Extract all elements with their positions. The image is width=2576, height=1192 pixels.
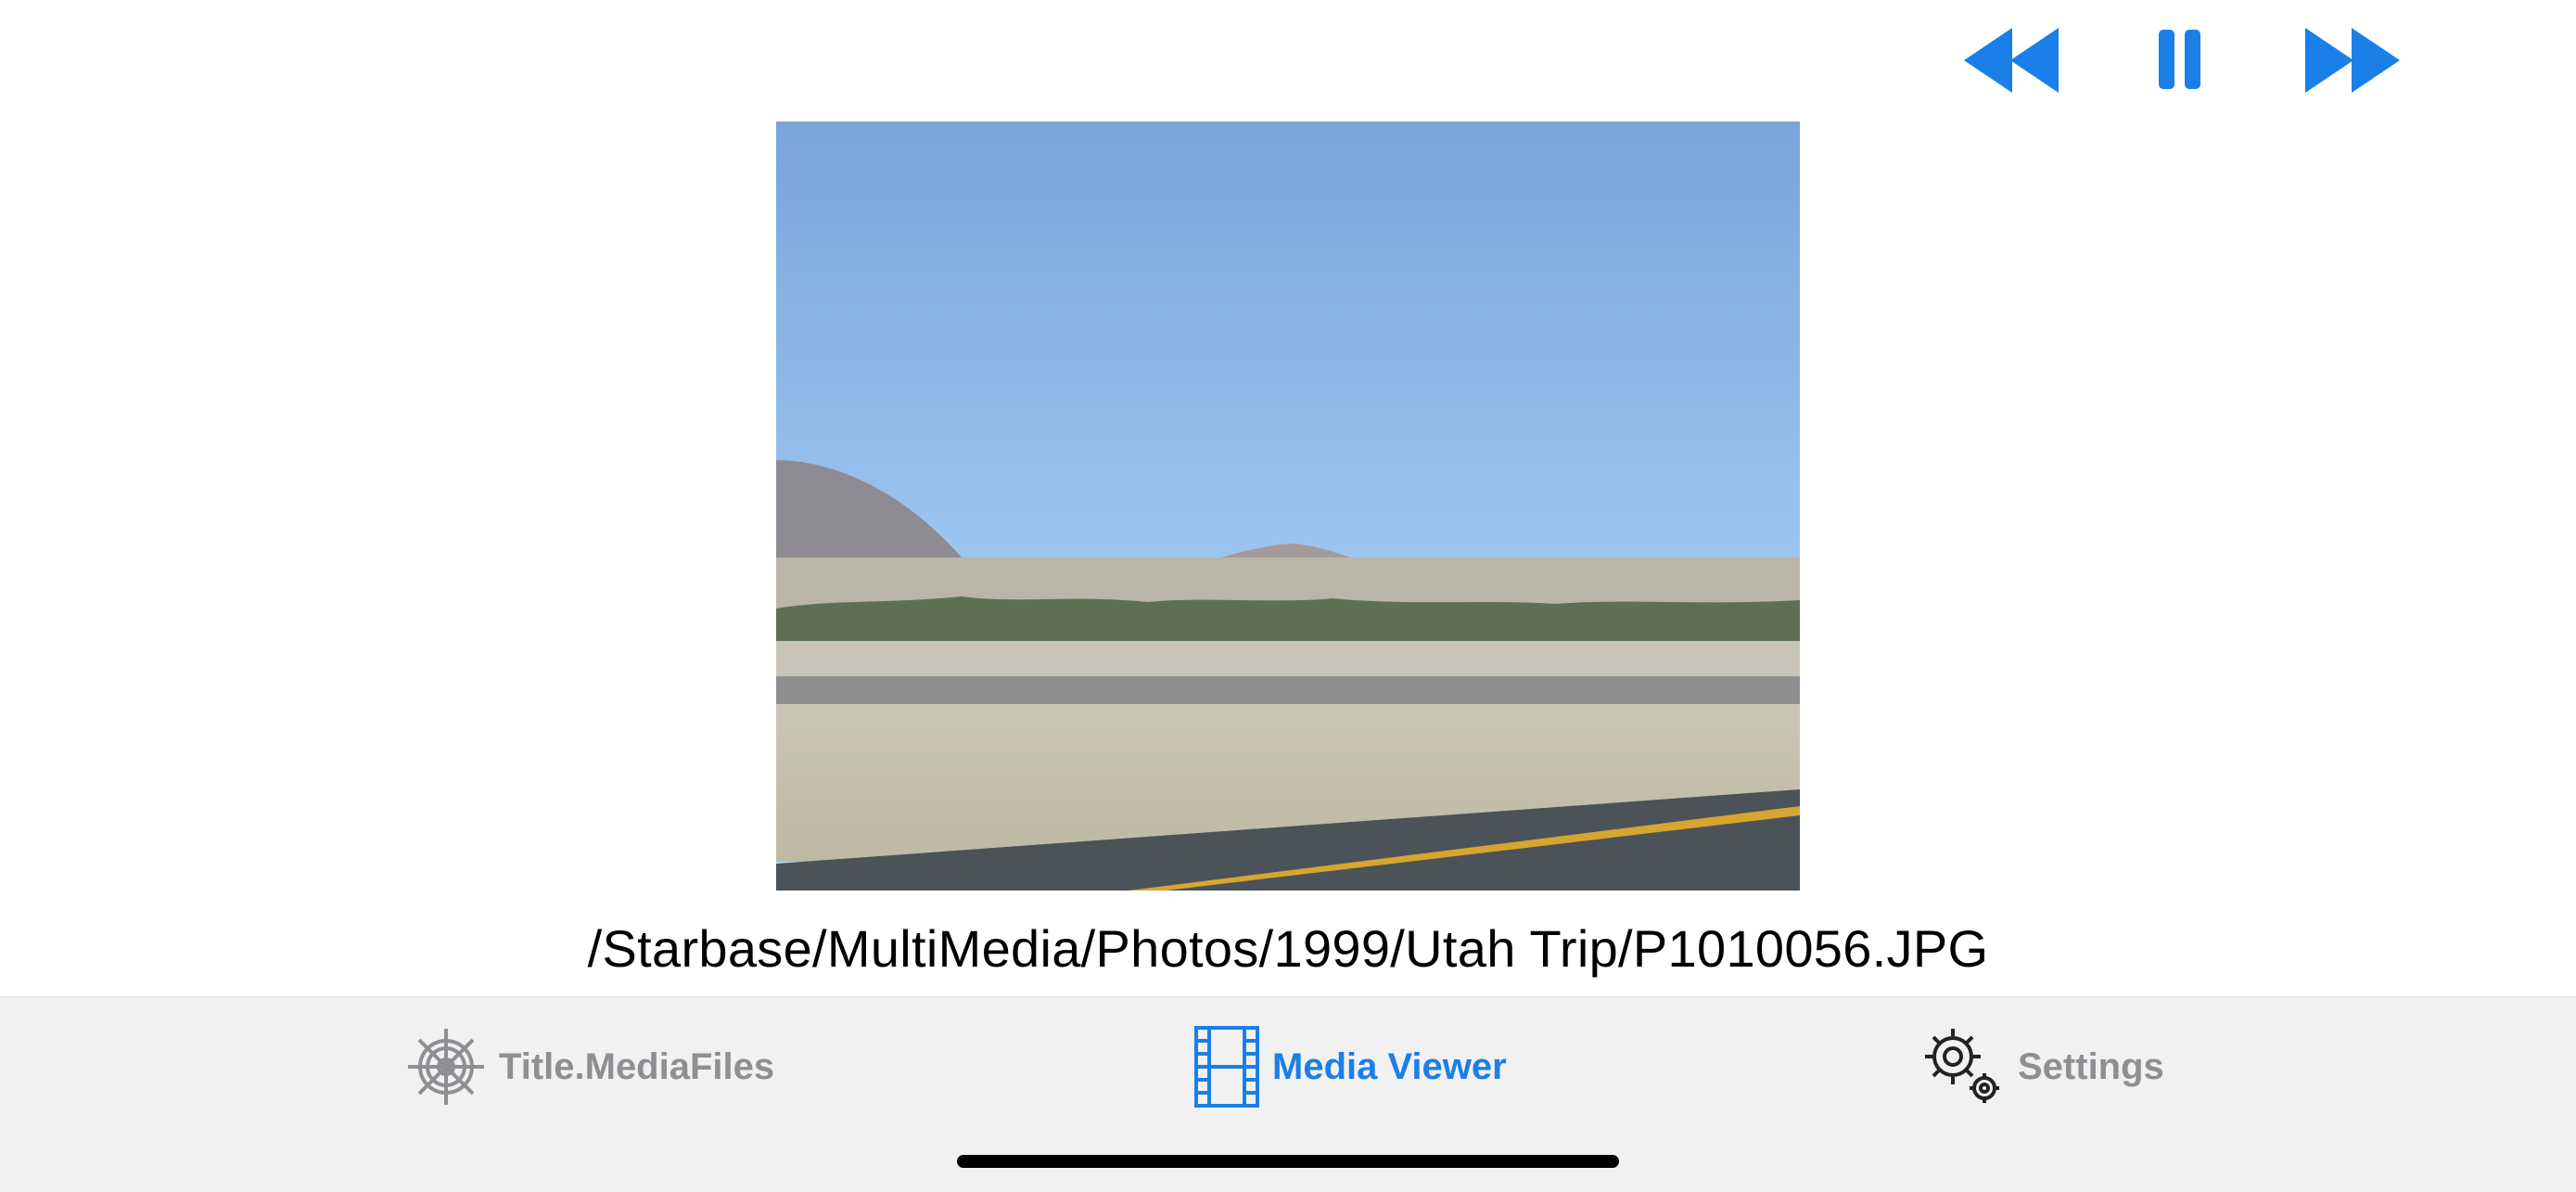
gears-icon: [1925, 1029, 1999, 1103]
tab-media-viewer[interactable]: Media Viewer: [1194, 1025, 1507, 1109]
media-controls: [0, 26, 2576, 95]
pause-icon: [2159, 30, 2200, 89]
media-photo[interactable]: [776, 122, 1800, 891]
file-path: /Starbase/MultiMedia/Photos/1999/Utah Tr…: [587, 919, 1989, 978]
tab-label: Media Viewer: [1272, 1045, 1507, 1087]
tab-label: Title.MediaFiles: [499, 1045, 775, 1087]
tab-label: Settings: [2018, 1045, 2164, 1087]
rewind-button[interactable]: [1964, 26, 2062, 95]
tab-settings[interactable]: Settings: [1921, 1025, 2164, 1109]
home-indicator[interactable]: [957, 1155, 1619, 1168]
film-strip-icon: [1194, 1026, 1259, 1108]
pause-button[interactable]: [2157, 26, 2203, 95]
fast-forward-button[interactable]: [2302, 26, 2400, 95]
tab-title-mediafiles[interactable]: Title.MediaFiles: [406, 1025, 774, 1109]
backward-icon: [1964, 28, 2059, 93]
ship-wheel-icon: [408, 1029, 484, 1105]
forward-icon: [2305, 28, 2400, 93]
landscape-photo: [776, 122, 1800, 891]
